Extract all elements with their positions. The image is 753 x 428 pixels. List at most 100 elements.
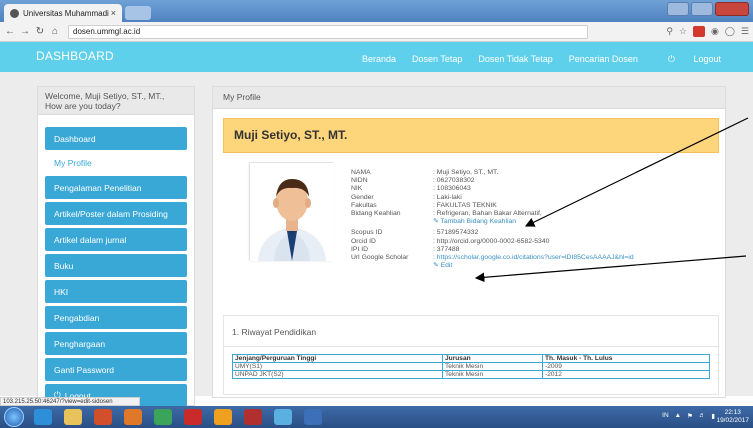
word-icon[interactable] (304, 409, 322, 425)
favicon-icon (10, 8, 19, 18)
reload-icon[interactable]: ↻ (34, 26, 46, 37)
home-icon[interactable]: ⌂ (49, 26, 61, 37)
info-label: Fakultas (351, 201, 377, 209)
firefox-icon[interactable] (124, 409, 142, 425)
brand-title[interactable]: DASHBOARD (36, 49, 114, 63)
nav-logout-label: Logout (693, 54, 721, 64)
sidebar-item-artikel-prosiding[interactable]: Artikel/Poster dalam Prosiding (45, 202, 187, 225)
new-tab-button[interactable] (125, 6, 151, 20)
welcome-line-2: How are you today? (45, 101, 121, 111)
url-input[interactable]: dosen.ummgl.ac.id (68, 24, 588, 112)
tambah-bidang-keahlian-link[interactable]: ✎ Tambah Bidang Keahlian (433, 218, 516, 226)
table-cell: -2009 (542, 362, 710, 371)
info-value: : FAKULTAS TEKNIK (433, 201, 497, 209)
main-panel: My Profile Muji Setiyo, ST., MT. NAMA: M… (212, 86, 726, 398)
signal-icon[interactable]: ▮ (711, 412, 715, 420)
sidebar-item-penghargaan[interactable]: Penghargaan (45, 332, 187, 355)
forward-icon[interactable]: → (19, 26, 31, 37)
info-row-bidang-keahlian: Bidang Keahlian: Refrigeran, Bahan Bakar… (351, 210, 634, 218)
pdf-icon[interactable] (244, 409, 262, 425)
info-label: NIDN (351, 177, 368, 185)
power-icon: ⏻ (667, 54, 678, 64)
sidebar-item-pengabdian[interactable]: Pengabdian (45, 306, 187, 329)
sidebar-item-dashboard[interactable]: Dashboard (45, 127, 187, 150)
browser-tab-bar: Universitas Muhammadi × (0, 0, 753, 22)
language-indicator[interactable]: IN (662, 412, 669, 420)
edit-link[interactable]: ✎ Edit (433, 262, 452, 270)
opera-icon[interactable] (184, 409, 202, 425)
info-label: IPI ID (351, 245, 368, 253)
minimize-button[interactable] (667, 2, 689, 16)
ie-icon[interactable] (34, 409, 52, 425)
info-value: : Muji Setiyo, ST., MT. (433, 169, 499, 176)
menu-icon[interactable]: ☰ (741, 26, 749, 37)
info-row-edit: ✎ Edit (351, 262, 634, 270)
address-bar: ← → ↻ ⌂ dosen.ummgl.ac.id ⚲ ☆ ◉ ◯ ☰ (0, 22, 753, 112)
clock-time: 22:13 (724, 409, 741, 416)
back-icon[interactable]: ← (4, 26, 16, 37)
shield-icon[interactable]: ◯ (725, 26, 735, 37)
info-value: : 0627038302 (433, 177, 475, 185)
tab-close-icon[interactable]: × (111, 8, 116, 18)
info-row-tambah: ✎ Tambah Bidang Keahlian (351, 218, 634, 226)
google-scholar-link[interactable]: : https://scholar.google.co.id/citations… (433, 254, 634, 262)
sidebar-panel: Welcome, Muji Setiyo, ST., MT., How are … (37, 86, 195, 407)
table-cell: UMY(S1) (232, 362, 443, 371)
info-label: Scopus ID (351, 229, 383, 237)
system-tray: IN ▲ ⚑ ♬ ▮ (662, 412, 715, 420)
media-player-icon[interactable] (94, 409, 112, 425)
flag-icon[interactable]: ⚑ (687, 412, 693, 420)
info-row-google-scholar: Url Google Scholar : https://scholar.goog… (351, 254, 634, 262)
close-window-button[interactable] (715, 2, 749, 16)
tray-arrow-icon[interactable]: ▲ (675, 412, 681, 420)
table-row: UMY(S1) Teknik Mesin -2009 (232, 362, 710, 371)
info-label: NAMA (351, 169, 371, 176)
info-label: Url Google Scholar (351, 254, 409, 262)
riwayat-pendidikan-section: 1. Riwayat Pendidikan Jenjang/Perguruan … (223, 315, 719, 395)
education-table: Jenjang/Perguruan Tinggi Jurusan Th. Mas… (232, 354, 710, 379)
sidebar-menu: Dashboard My Profile Pengalaman Peneliti… (45, 127, 187, 410)
folder-icon[interactable] (64, 409, 82, 425)
column-header: Th. Masuk - Th. Lulus (542, 354, 710, 363)
taskbar-apps (34, 409, 322, 425)
sidebar-item-pengalaman-penelitian[interactable]: Pengalaman Penelitian (45, 176, 187, 199)
avatar (249, 162, 334, 261)
nav-link-dosen-tetap[interactable]: Dosen Tetap (412, 54, 462, 65)
info-label: Bidang Keahlian (351, 210, 401, 218)
app-icon[interactable] (214, 409, 232, 425)
bookmark-star-icon[interactable]: ☆ (679, 26, 687, 37)
volume-icon[interactable]: ♬ (699, 412, 706, 420)
info-value: : 57189574332 (433, 229, 479, 237)
info-row-nidn: NIDN : 0627038302 (351, 177, 634, 185)
info-row-ipi: IPI ID: 377488 (351, 246, 634, 254)
tab-title: Universitas Muhammadi (23, 8, 109, 18)
info-row-nik: NIK: 108306043 (351, 185, 634, 193)
nav-link-dosen-tidak-tetap[interactable]: Dosen Tidak Tetap (478, 54, 552, 65)
extension-gray-icon[interactable]: ◉ (711, 26, 719, 37)
sidebar-item-hki[interactable]: HKI (45, 280, 187, 303)
table-row: UNPAD JKT(S2) Teknik Mesin -2012 (232, 370, 710, 379)
profile-name: Muji Setiyo, ST., MT. (223, 118, 719, 153)
clock-date: 19/02/2017 (716, 417, 749, 424)
nav-link-pencarian-dosen[interactable]: Pencarian Dosen (569, 54, 638, 65)
maximize-button[interactable] (691, 2, 713, 16)
chrome-icon[interactable] (154, 409, 172, 425)
sidebar-item-my-profile[interactable]: My Profile (45, 153, 187, 173)
nav-logout-button[interactable]: ⏻ Logout (652, 54, 721, 65)
app-icon[interactable] (274, 409, 292, 425)
start-button[interactable] (4, 407, 24, 427)
extension-icon[interactable] (692, 26, 705, 37)
sidebar-item-artikel-jurnal[interactable]: Artikel dalam jurnal (45, 228, 187, 251)
zoom-icon[interactable]: ⚲ (666, 26, 673, 37)
url-text: dosen.ummgl.ac.id (73, 27, 141, 36)
edit-icon: ✎ (433, 262, 441, 270)
nav-links: Beranda Dosen Tetap Dosen Tidak Tetap Pe… (346, 54, 721, 65)
info-label: Gender (351, 193, 374, 201)
browser-tab[interactable]: Universitas Muhammadi × (4, 4, 122, 22)
clock[interactable]: 22:13 19/02/2017 (716, 409, 749, 425)
info-label: Orcid ID (351, 237, 376, 245)
sidebar-item-buku[interactable]: Buku (45, 254, 187, 277)
sidebar-item-ganti-password[interactable]: Ganti Password (45, 358, 187, 381)
nav-link-beranda[interactable]: Beranda (362, 54, 396, 65)
welcome-line-1: Welcome, Muji Setiyo, ST., MT., (45, 91, 165, 101)
